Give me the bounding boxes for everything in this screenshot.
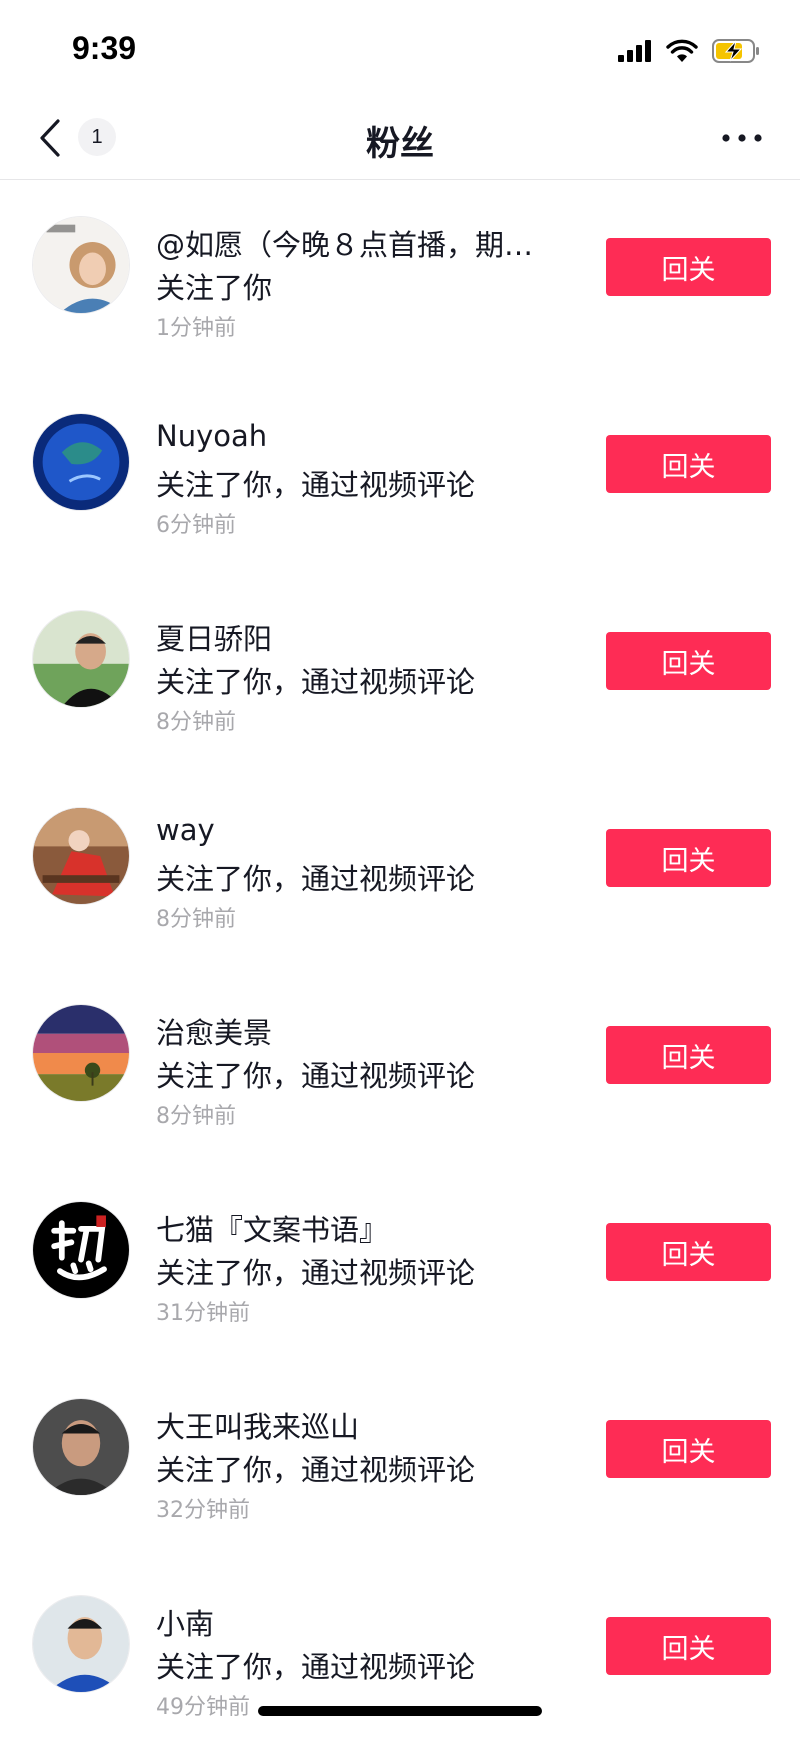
- follow-action-text: 关注了你，通过视频评论: [156, 665, 476, 699]
- follower-row[interactable]: Nuyoah 关注了你，通过视频评论 6分钟前 回关: [0, 377, 800, 574]
- follow-action-text: 关注了你，通过视频评论: [156, 1650, 476, 1684]
- avatar-image: [33, 414, 129, 510]
- follow-time: 6分钟前: [156, 513, 236, 538]
- follow-time: 31分钟前: [156, 1301, 250, 1326]
- avatar-image: [33, 808, 129, 904]
- follower-name: 七猫『文案书语』: [156, 1213, 389, 1247]
- avatar[interactable]: [32, 413, 130, 511]
- follower-name: way: [156, 813, 215, 847]
- follow-time: 8分钟前: [156, 1104, 236, 1129]
- avatar-image: [33, 1005, 129, 1101]
- unread-count-badge: 1: [78, 118, 116, 156]
- avatar[interactable]: [32, 610, 130, 708]
- avatar-image: [33, 611, 129, 707]
- follow-back-button[interactable]: 回关: [606, 238, 771, 296]
- nav-bar: 1 粉丝: [0, 96, 800, 180]
- chevron-left-icon: [40, 119, 60, 157]
- follow-action-text: 关注了你: [156, 271, 273, 305]
- follow-action-text: 关注了你，通过视频评论: [156, 1453, 476, 1487]
- follower-name: @如愿（今晚８点首播，期待与你相遇）: [156, 228, 560, 262]
- status-bar: 9:39: [0, 0, 800, 96]
- follower-row[interactable]: way 关注了你，通过视频评论 8分钟前 回关: [0, 771, 800, 968]
- follower-name: Nuyoah: [156, 419, 268, 453]
- follower-row[interactable]: 小南 关注了你，通过视频评论 49分钟前 回关: [0, 1559, 800, 1756]
- follower-row[interactable]: 大王叫我来巡山 关注了你，通过视频评论 32分钟前 回关: [0, 1362, 800, 1559]
- avatar[interactable]: [32, 216, 130, 314]
- follow-time: 8分钟前: [156, 710, 236, 735]
- follower-name: 夏日骄阳: [156, 622, 273, 656]
- battery-charging-icon: [712, 39, 759, 63]
- avatar[interactable]: [32, 1004, 130, 1102]
- signal-icon: [618, 40, 651, 62]
- follow-time: 32分钟前: [156, 1498, 250, 1523]
- wifi-icon: [666, 39, 698, 62]
- follow-time: 8分钟前: [156, 907, 236, 932]
- follow-action-text: 关注了你，通过视频评论: [156, 1059, 476, 1093]
- more-button[interactable]: [714, 122, 770, 154]
- status-icons: [618, 34, 760, 68]
- follow-back-button[interactable]: 回关: [606, 1026, 771, 1084]
- follow-back-button[interactable]: 回关: [606, 1223, 771, 1281]
- follow-time: 1分钟前: [156, 316, 236, 341]
- follower-row[interactable]: 治愈美景 关注了你，通过视频评论 8分钟前 回关: [0, 968, 800, 1165]
- follower-row[interactable]: 夏日骄阳 关注了你，通过视频评论 8分钟前 回关: [0, 574, 800, 771]
- follower-name: 小南: [156, 1607, 215, 1641]
- avatar-image: [33, 1399, 129, 1495]
- follow-back-button[interactable]: 回关: [606, 435, 771, 493]
- avatar-image: [33, 1202, 129, 1298]
- follow-back-button[interactable]: 回关: [606, 1617, 771, 1675]
- more-dots-icon: [722, 134, 762, 142]
- home-indicator: [258, 1706, 542, 1716]
- back-button[interactable]: [30, 116, 70, 160]
- follow-back-button[interactable]: 回关: [606, 829, 771, 887]
- status-time: 9:39: [72, 30, 137, 66]
- follow-time: 49分钟前: [156, 1695, 250, 1720]
- page-title: 粉丝: [366, 124, 434, 164]
- follower-row[interactable]: @如愿（今晚８点首播，期待与你相遇） 关注了你 1分钟前 回关: [0, 180, 800, 377]
- avatar-image: [33, 1596, 129, 1692]
- follow-back-button[interactable]: 回关: [606, 1420, 771, 1478]
- follower-name: 治愈美景: [156, 1016, 273, 1050]
- follower-row[interactable]: 七猫『文案书语』 关注了你，通过视频评论 31分钟前 回关: [0, 1165, 800, 1362]
- avatar[interactable]: [32, 807, 130, 905]
- avatar[interactable]: [32, 1201, 130, 1299]
- avatar[interactable]: [32, 1595, 130, 1693]
- avatar[interactable]: [32, 1398, 130, 1496]
- follower-name: 大王叫我来巡山: [156, 1410, 360, 1444]
- avatar-image: [33, 217, 129, 313]
- follow-action-text: 关注了你，通过视频评论: [156, 468, 476, 502]
- follow-action-text: 关注了你，通过视频评论: [156, 862, 476, 896]
- follow-action-text: 关注了你，通过视频评论: [156, 1256, 476, 1290]
- follower-list: @如愿（今晚８点首播，期待与你相遇） 关注了你 1分钟前 回关 Nuyoah 关…: [0, 180, 800, 1756]
- follow-back-button[interactable]: 回关: [606, 632, 771, 690]
